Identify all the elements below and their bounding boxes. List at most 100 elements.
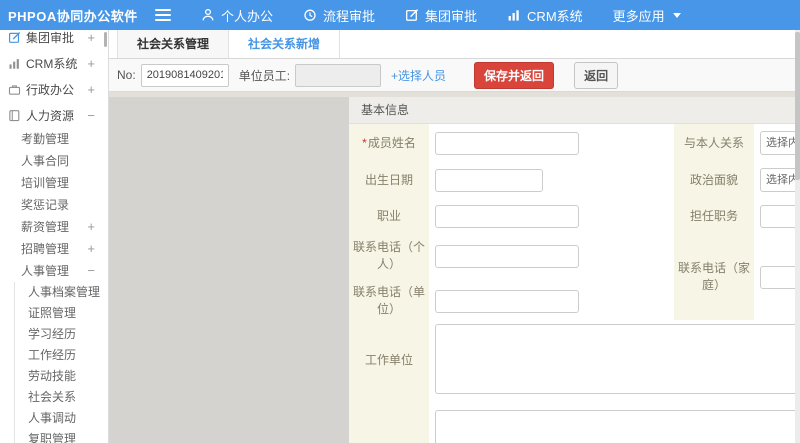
form-row: 联系电话（个人） [349, 234, 579, 278]
clock-icon [303, 8, 317, 22]
member-name-input[interactable] [435, 131, 579, 155]
scrollbar-thumb[interactable] [795, 32, 800, 180]
home-phone-input[interactable] [760, 265, 800, 289]
nav-crm-system[interactable]: CRM系统 [507, 6, 583, 25]
expand-plus-icon: + [87, 241, 95, 256]
form-row: 工作单位 [349, 324, 800, 397]
tab-social-relation-mgmt[interactable]: 社会关系管理 [117, 30, 230, 58]
form-row: 担任职务 [674, 198, 800, 234]
relation-select[interactable]: 选择内容 [760, 131, 800, 155]
sidebar-item-personnel-transfer[interactable]: 人事调动 [15, 408, 108, 429]
nav-item-label: 集团审批 [425, 8, 478, 24]
sidebar: 集团审批 + CRM系统 + 行政办公 + 人力资源 − 考勤管理 人事合同 培… [0, 30, 109, 443]
nav-process-approval[interactable]: 流程审批 [303, 6, 375, 25]
position-input[interactable] [760, 204, 800, 228]
birth-date-label: 出生日期 [349, 162, 429, 198]
sidebar-item-group-approval[interactable]: 集团审批 + [0, 30, 108, 50]
app-logo: PHPOA协同办公软件 [8, 8, 138, 24]
form-row: 政治面貌 选择内容 [674, 162, 800, 198]
book-icon [8, 109, 21, 122]
sidebar-sub-tree: 人事档案管理 证照管理 学习经历 工作经历 劳动技能 社会关系 人事调动 复职管… [14, 282, 108, 443]
sidebar-item-reward-record[interactable]: 奖惩记录 [0, 194, 108, 216]
sidebar-item-reinstatement-mgmt[interactable]: 复职管理 [15, 429, 108, 443]
next-field-label [349, 397, 429, 443]
sidebar-item-social-relation[interactable]: 社会关系 [15, 387, 108, 408]
nav-item-label: CRM系统 [527, 8, 583, 24]
tab-social-relation-new[interactable]: 社会关系新增 [229, 30, 341, 58]
sidebar-item-personnel-archive[interactable]: 人事档案管理 [15, 282, 108, 303]
form-row: 与本人关系 选择内容 [674, 124, 800, 162]
nav-group-approval[interactable]: 集团审批 [405, 6, 477, 25]
menu-toggle-icon[interactable] [155, 9, 171, 21]
form-right-column: 与本人关系 选择内容 政治面貌 选择内容 担任职务 [674, 124, 800, 320]
form-panel: 基本信息 *成员姓名 出生日期 职业 联系电话（个人） 联系电话（单位） 与本人… [349, 97, 800, 443]
sidebar-scrollbar-thumb[interactable] [104, 32, 107, 47]
sidebar-item-study-experience[interactable]: 学习经历 [15, 324, 108, 345]
nav-item-label: 流程审批 [323, 8, 376, 24]
user-icon [201, 8, 215, 22]
no-input[interactable] [140, 63, 229, 87]
occupation-label: 职业 [349, 198, 429, 234]
sidebar-item-label: CRM系统 [26, 56, 78, 71]
work-unit-label: 工作单位 [349, 324, 429, 397]
sidebar-item-personnel-mgmt[interactable]: 人事管理 − [0, 260, 108, 282]
form-row: 出生日期 [349, 162, 579, 198]
select-person-link[interactable]: +选择人员 [391, 67, 446, 84]
form-row: 职业 [349, 198, 579, 234]
tab-bar: 社会关系管理 社会关系新增 [109, 30, 800, 59]
sidebar-item-salary-mgmt[interactable]: 薪资管理 + [0, 216, 108, 238]
sidebar-item-crm-system[interactable]: CRM系统 + [0, 50, 108, 76]
collapse-minus-icon: − [87, 263, 95, 278]
sidebar-item-training-mgmt[interactable]: 培训管理 [0, 172, 108, 194]
expand-plus-icon: + [87, 81, 95, 97]
sidebar-item-label: 人力资源 [26, 108, 75, 123]
nav-item-label: 个人办公 [221, 8, 274, 24]
personal-phone-input[interactable] [435, 244, 579, 268]
content-background [109, 97, 349, 443]
required-mark: * [362, 135, 367, 150]
nav-more-apps[interactable]: 更多应用 [613, 6, 681, 25]
next-field-textarea[interactable] [435, 410, 800, 443]
personal-phone-label: 联系电话（个人） [349, 234, 429, 278]
occupation-input[interactable] [435, 204, 579, 228]
expand-plus-icon: + [87, 219, 95, 234]
sidebar-item-certificate-mgmt[interactable]: 证照管理 [15, 303, 108, 324]
back-button[interactable]: 返回 [574, 61, 619, 89]
work-phone-label: 联系电话（单位） [349, 278, 429, 324]
sidebar-item-hr-contract[interactable]: 人事合同 [0, 150, 108, 172]
section-title: 基本信息 [349, 97, 800, 124]
form-columns: *成员姓名 出生日期 职业 联系电话（个人） 联系电话（单位） 与本人关系 选择… [349, 124, 800, 324]
collapse-minus-icon: − [87, 107, 95, 123]
work-phone-input[interactable] [435, 289, 579, 313]
sidebar-item-labor-skill[interactable]: 劳动技能 [15, 366, 108, 387]
bar-chart-icon [8, 57, 21, 70]
work-unit-textarea[interactable] [435, 324, 800, 394]
relation-label: 与本人关系 [674, 124, 754, 162]
expand-plus-icon: + [87, 30, 95, 45]
toolbar: No: 单位员工: +选择人员 保存并返回 返回 [109, 59, 800, 92]
sidebar-item-attendance-mgmt[interactable]: 考勤管理 [0, 128, 108, 150]
employee-input[interactable] [295, 63, 382, 87]
employee-label: 单位员工: [238, 68, 291, 83]
top-navbar: PHPOA协同办公软件 个人办公 流程审批 集团审批 CRM系统 更多应用 [0, 0, 800, 30]
sidebar-item-admin-office[interactable]: 行政办公 + [0, 76, 108, 102]
sidebar-item-recruit-mgmt[interactable]: 招聘管理 + [0, 238, 108, 260]
form-row: 联系电话（单位） [349, 278, 579, 324]
political-status-select[interactable]: 选择内容 [760, 168, 800, 192]
sidebar-item-human-resources[interactable]: 人力资源 − [0, 102, 108, 128]
birth-date-input[interactable] [435, 168, 543, 192]
form-left-column: *成员姓名 出生日期 职业 联系电话（个人） 联系电话（单位） [349, 124, 579, 324]
form-row: *成员姓名 [349, 124, 579, 162]
sidebar-item-label: 集团审批 [26, 30, 75, 45]
save-and-return-button[interactable]: 保存并返回 [474, 61, 555, 89]
position-label: 担任职务 [674, 198, 754, 234]
top-nav-menu: 个人办公 流程审批 集团审批 CRM系统 更多应用 [171, 6, 681, 25]
vertical-scrollbar[interactable] [795, 30, 800, 443]
sidebar-item-work-experience[interactable]: 工作经历 [15, 345, 108, 366]
caret-down-icon [672, 12, 681, 18]
nav-personal-office[interactable]: 个人办公 [201, 6, 273, 25]
pen-square-icon [405, 8, 419, 22]
form-row: 联系电话（家庭） [674, 234, 800, 320]
home-phone-label: 联系电话（家庭） [674, 234, 754, 320]
political-status-label: 政治面貌 [674, 162, 754, 198]
